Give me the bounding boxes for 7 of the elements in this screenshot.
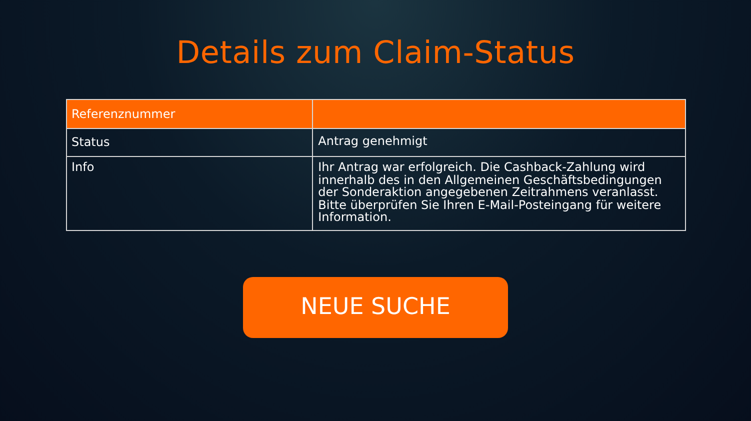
table-cell: Status <box>66 128 313 156</box>
table-cell: Ihr Antrag war erfolgreich. Die Cashback-Zahlung wird innerhalb des in den Allgemeinen Geschäftsbedingungen der Sonderaktion angegebenen Zeitrahmens veranlasst. Bitte überprüfen Sie Ihren E-Mail-Posteingang für weitere Information. <box>312 156 685 230</box>
page-title: Details zum Claim-Status <box>176 34 575 72</box>
table-cell: Referenznummer <box>66 100 313 128</box>
table-cell: Info <box>66 156 313 230</box>
new-search-button[interactable]: NEUE SUCHE <box>243 276 508 338</box>
table-cell: Antrag genehmigt <box>312 128 685 156</box>
